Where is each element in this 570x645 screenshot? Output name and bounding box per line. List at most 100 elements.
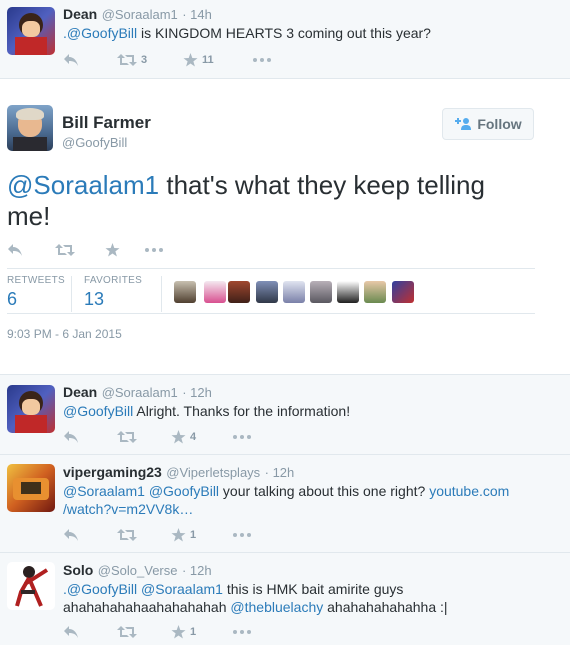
retweet-button[interactable]: 3 [117,53,183,67]
author-name[interactable]: Dean [63,384,97,400]
mention-link[interactable]: @Soraalam1 [141,581,223,597]
mention-link[interactable]: @Soraalam1 [63,483,145,499]
divider [0,78,570,79]
favoriter-avatar[interactable] [364,281,386,303]
tweet-text: .@GoofyBill is KINGDOM HEARTS 3 coming o… [63,24,431,42]
mention-link[interactable]: .@GoofyBill [63,25,137,41]
favoriter-avatar[interactable] [337,281,359,303]
tweet-body: your talking about this one right? [219,483,430,499]
favorite-count: 1 [190,529,197,541]
retweet-button[interactable] [55,243,105,257]
tweet-actions: 4 [63,430,251,444]
more-icon [233,435,251,439]
context-tweet[interactable]: Dean @Soraalam1 · 14h .@GoofyBill is KIN… [0,0,570,78]
mention-link[interactable]: @GoofyBill [149,483,219,499]
reply-button[interactable] [63,430,117,444]
avatar[interactable] [7,105,53,151]
tweet-text: @Soraalam1 @GoofyBill your talking about… [63,482,543,518]
reply-icon [64,431,78,443]
more-icon [253,58,271,62]
avatar[interactable] [7,562,55,610]
favorite-button[interactable]: 4 [171,430,233,444]
url-link[interactable]: youtube.com [429,483,509,499]
more-button[interactable] [253,58,271,62]
author-name[interactable]: Solo [63,562,93,578]
reply-button[interactable] [7,243,55,257]
tweet-body: ahahahahahaahahahahah [63,599,231,615]
retweet-icon [117,529,137,541]
mention-link[interactable]: @GoofyBill [63,403,133,419]
tweet-timestamp[interactable]: 9:03 PM - 6 Jan 2015 [7,327,122,341]
author-name[interactable]: Dean [63,6,97,22]
retweets-count: 6 [7,289,18,309]
author-handle[interactable]: @Solo_Verse [98,563,178,578]
retweets-stat[interactable]: RETWEETS 6 [7,275,65,310]
reply-button[interactable] [63,528,117,542]
reply-icon [64,626,78,638]
reply-tweet[interactable]: Solo @Solo_Verse · 12h .@GoofyBill @Sora… [0,553,570,645]
retweet-button[interactable] [117,430,171,444]
retweet-icon [55,244,75,256]
favoriter-avatar[interactable] [392,281,414,303]
mention-link[interactable]: .@GoofyBill [63,581,137,597]
reply-button[interactable] [63,53,117,67]
favoriter-avatar[interactable] [204,281,226,303]
author-handle[interactable]: @Soraalam1 [102,385,178,400]
reply-button[interactable] [63,625,117,639]
favorites-stat[interactable]: FAVORITES 13 [84,275,142,310]
favoriter-avatar[interactable] [174,281,196,303]
main-author-handle[interactable]: @GoofyBill [62,135,127,150]
follow-button[interactable]: Follow [442,108,534,140]
stat-divider [161,276,162,312]
stat-divider [71,276,72,312]
tweet-time[interactable]: · 12h [265,465,295,480]
more-button[interactable] [145,248,163,252]
favorite-icon [105,243,120,257]
author-handle[interactable]: @Viperletsplays [166,465,260,480]
favorite-count: 4 [190,431,197,443]
main-author-name[interactable]: Bill Farmer [62,113,151,133]
tweet-time[interactable]: · 12h [182,385,212,400]
favorite-icon [171,430,186,444]
favorite-button[interactable]: 11 [183,53,253,67]
reply-tweet[interactable]: Dean @Soraalam1 · 12h @GoofyBill Alright… [0,375,570,454]
mention-link[interactable]: @Soraalam1 [7,170,159,200]
favoriter-avatar[interactable] [256,281,278,303]
favoriter-avatar[interactable] [228,281,250,303]
reply-tweet[interactable]: vipergaming23 @Viperletsplays · 12h @Sor… [0,455,570,552]
favorite-button[interactable]: 1 [171,528,233,542]
author-handle[interactable]: @Soraalam1 [102,7,178,22]
tweet-actions: 1 [63,625,251,639]
main-tweet-actions [7,243,163,257]
retweet-icon [117,54,137,66]
more-button[interactable] [233,435,251,439]
tweet-actions: 3 11 [63,53,271,67]
retweet-button[interactable] [117,528,171,542]
more-button[interactable] [233,533,251,537]
tweet-body: this is HMK bait amirite guys [222,581,404,597]
avatar[interactable] [7,385,55,433]
retweet-button[interactable] [117,625,171,639]
favoriter-avatar[interactable] [310,281,332,303]
favorites-label: FAVORITES [84,275,143,286]
favorite-button[interactable] [105,243,145,257]
favorite-count: 11 [202,54,214,66]
favorite-icon [171,528,186,542]
favoriter-avatar[interactable] [283,281,305,303]
avatar[interactable] [7,464,55,512]
favorite-button[interactable]: 1 [171,625,233,639]
avatar[interactable] [7,7,55,55]
mention-link[interactable]: @thebluelachy [230,599,323,615]
tweet-actions: 1 [63,528,251,542]
retweets-label: RETWEETS [7,275,65,286]
more-button[interactable] [233,630,251,634]
retweet-icon [117,431,137,443]
divider [7,268,535,269]
follow-user-icon [455,118,472,130]
author-name[interactable]: vipergaming23 [63,464,162,480]
tweet-time[interactable]: · 14h [182,7,212,22]
url-link-continued[interactable]: /watch?v=m2VV8k… [63,501,193,517]
reply-icon [64,529,78,541]
follow-label: Follow [477,116,522,132]
tweet-time[interactable]: · 12h [182,563,212,578]
